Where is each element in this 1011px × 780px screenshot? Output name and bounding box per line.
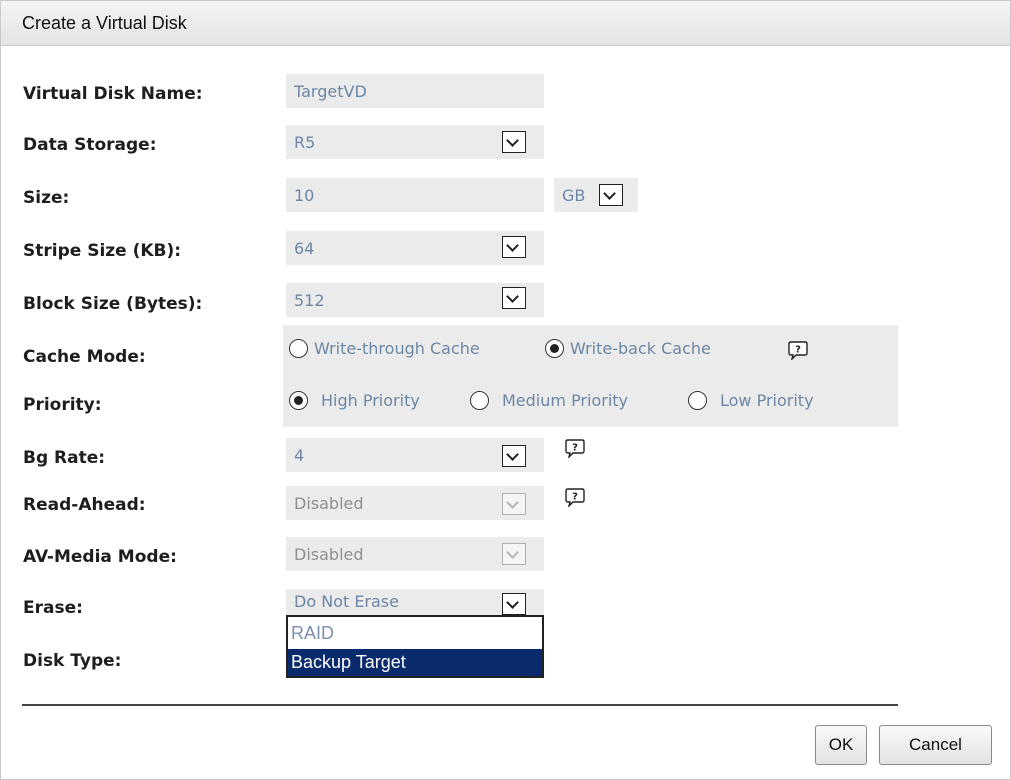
stripe-size-select[interactable]: 64 bbox=[286, 231, 544, 265]
data-storage-label: Data Storage: bbox=[23, 135, 157, 155]
radio-button[interactable] bbox=[470, 391, 489, 410]
virtual-disk-name-input[interactable]: TargetVD bbox=[286, 74, 544, 108]
cache-mode-label: Cache Mode: bbox=[23, 347, 146, 367]
priority-radio-group: High Priority Medium Priority Low Priori… bbox=[283, 375, 898, 427]
stripe-size-label: Stripe Size (KB): bbox=[23, 241, 182, 261]
erase-label: Erase: bbox=[23, 598, 83, 618]
radio-button-checked[interactable] bbox=[289, 391, 308, 410]
radio-button[interactable] bbox=[688, 391, 707, 410]
svg-text:?: ? bbox=[795, 345, 801, 356]
write-back-label: Write-back Cache bbox=[570, 339, 711, 358]
virtual-disk-name-label: Virtual Disk Name: bbox=[23, 84, 203, 104]
size-unit-select[interactable]: GB bbox=[554, 178, 638, 212]
help-icon[interactable]: ? bbox=[564, 438, 586, 458]
stripe-size-value: 64 bbox=[294, 239, 315, 258]
read-ahead-select: Disabled bbox=[286, 486, 544, 520]
priority-label: Priority: bbox=[23, 395, 102, 415]
disk-type-option-backup-target[interactable]: Backup Target bbox=[288, 649, 542, 676]
chevron-down-icon[interactable] bbox=[502, 287, 526, 309]
read-ahead-label: Read-Ahead: bbox=[23, 495, 146, 515]
cache-mode-write-back[interactable]: Write-back Cache bbox=[545, 339, 711, 358]
low-priority-label: Low Priority bbox=[720, 391, 814, 410]
av-media-mode-value: Disabled bbox=[294, 545, 364, 564]
ok-button[interactable]: OK bbox=[815, 725, 867, 765]
svg-text:?: ? bbox=[572, 443, 578, 454]
dialog-title: Create a Virtual Disk bbox=[22, 13, 187, 33]
create-virtual-disk-dialog: Create a Virtual Disk Virtual Disk Name:… bbox=[0, 0, 1011, 780]
cache-mode-radio-group: Write-through Cache Write-back Cache ? bbox=[283, 325, 898, 375]
disk-type-listbox[interactable]: RAID Backup Target bbox=[286, 615, 544, 678]
disk-type-option-raid[interactable]: RAID bbox=[288, 623, 542, 650]
erase-value: Do Not Erase bbox=[294, 592, 399, 611]
size-label: Size: bbox=[23, 188, 70, 208]
high-priority-label: High Priority bbox=[321, 391, 420, 410]
chevron-down-icon[interactable] bbox=[599, 184, 623, 206]
radio-button-checked[interactable] bbox=[545, 339, 564, 358]
help-icon[interactable]: ? bbox=[787, 340, 809, 360]
priority-low[interactable]: Low Priority bbox=[688, 391, 814, 410]
chevron-down-icon bbox=[502, 543, 526, 565]
priority-medium[interactable]: Medium Priority bbox=[470, 391, 628, 410]
svg-text:?: ? bbox=[572, 492, 578, 503]
av-media-mode-select: Disabled bbox=[286, 537, 544, 571]
data-storage-select[interactable]: R5 bbox=[286, 125, 544, 159]
size-unit-value: GB bbox=[562, 186, 586, 205]
priority-high[interactable]: High Priority bbox=[289, 391, 420, 410]
help-icon[interactable]: ? bbox=[564, 487, 586, 507]
chevron-down-icon[interactable] bbox=[502, 445, 526, 467]
virtual-disk-name-value: TargetVD bbox=[294, 82, 367, 101]
chevron-down-icon[interactable] bbox=[502, 236, 526, 258]
data-storage-value: R5 bbox=[294, 133, 316, 152]
cancel-button[interactable]: Cancel bbox=[879, 725, 992, 765]
size-value: 10 bbox=[294, 186, 315, 205]
radio-button[interactable] bbox=[289, 339, 308, 358]
block-size-value: 512 bbox=[294, 291, 325, 310]
size-input[interactable]: 10 bbox=[286, 178, 544, 212]
read-ahead-value: Disabled bbox=[294, 494, 364, 513]
bg-rate-value: 4 bbox=[294, 446, 305, 465]
bg-rate-label: Bg Rate: bbox=[23, 448, 106, 468]
medium-priority-label: Medium Priority bbox=[502, 391, 629, 410]
chevron-down-icon bbox=[502, 493, 526, 515]
cache-mode-write-through[interactable]: Write-through Cache bbox=[289, 339, 480, 358]
dialog-titlebar: Create a Virtual Disk bbox=[1, 1, 1010, 46]
separator bbox=[22, 704, 898, 706]
chevron-down-icon[interactable] bbox=[502, 131, 526, 153]
av-media-mode-label: AV-Media Mode: bbox=[23, 547, 177, 567]
disk-type-label: Disk Type: bbox=[23, 651, 122, 671]
block-size-label: Block Size (Bytes): bbox=[23, 294, 203, 314]
chevron-down-icon[interactable] bbox=[502, 593, 526, 615]
write-through-label: Write-through Cache bbox=[314, 339, 480, 358]
bg-rate-select[interactable]: 4 bbox=[286, 438, 544, 472]
block-size-select[interactable]: 512 bbox=[286, 283, 544, 317]
